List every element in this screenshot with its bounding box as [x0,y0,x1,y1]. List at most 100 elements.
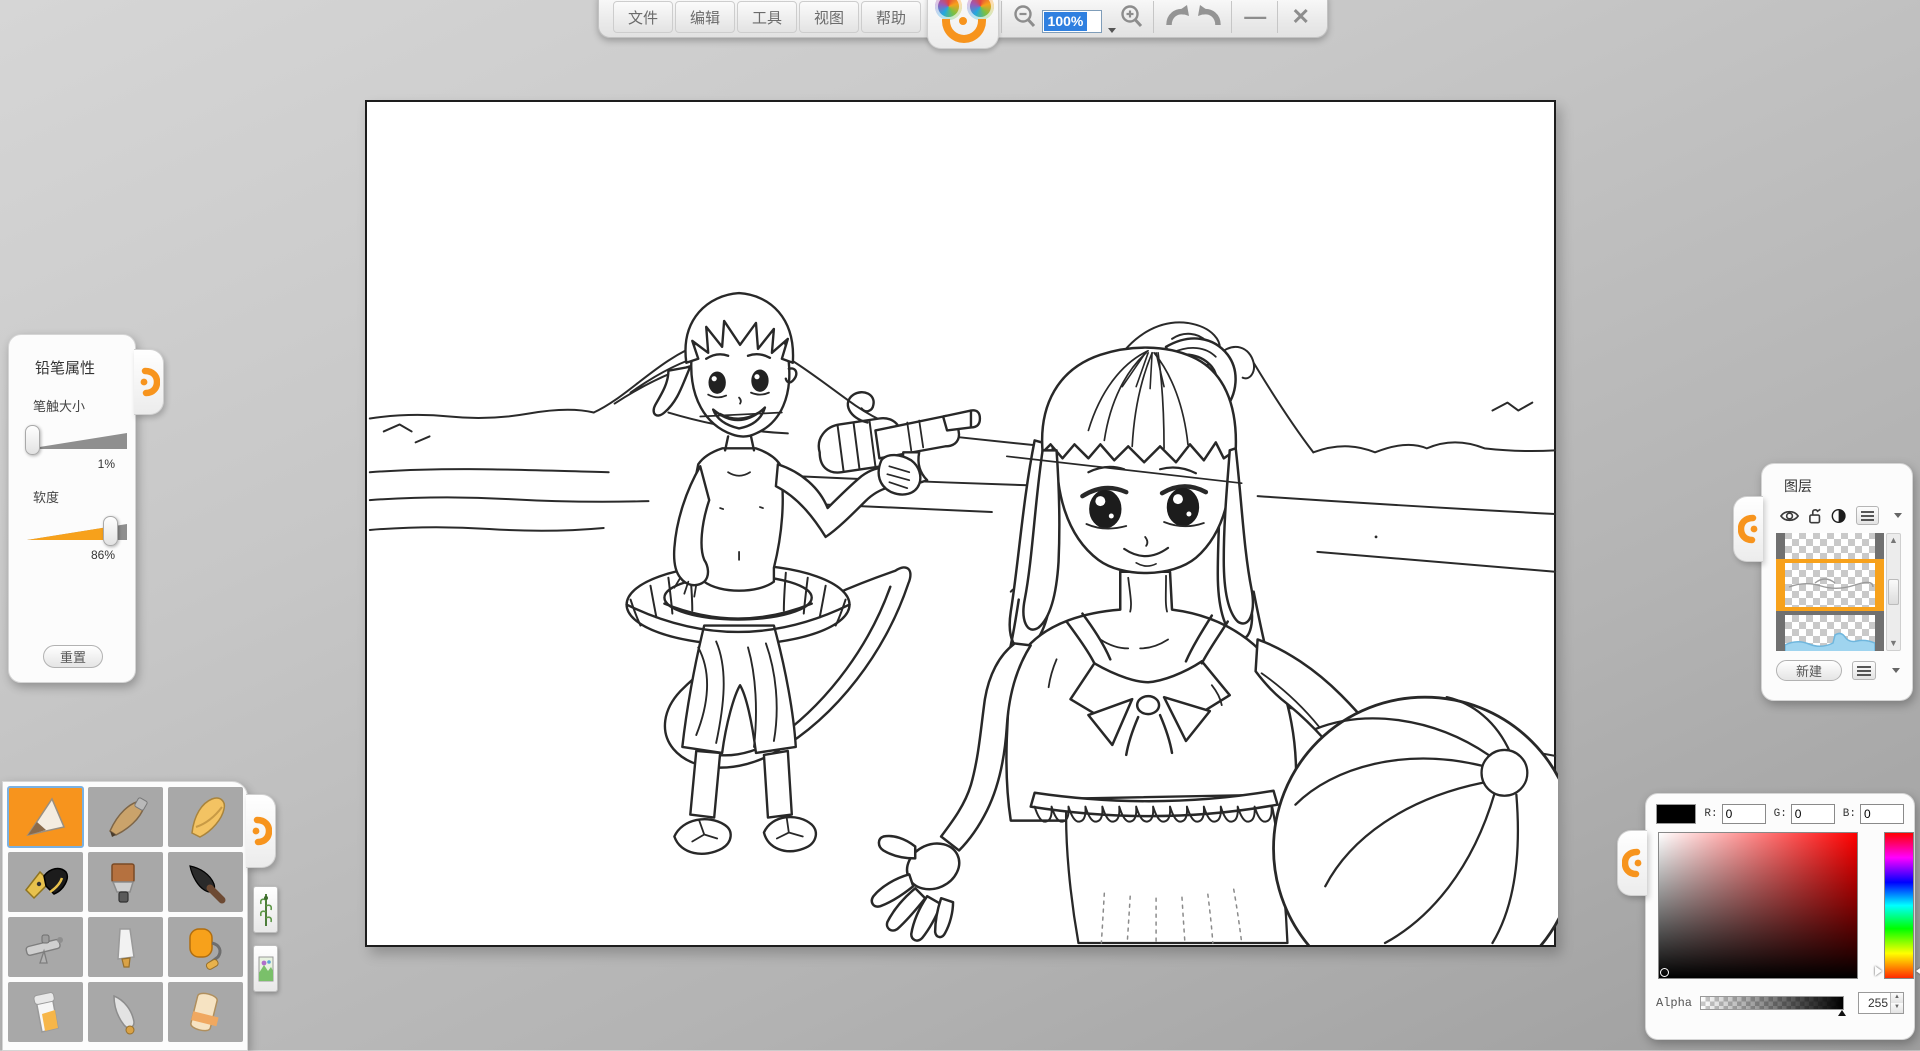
tool-pencil[interactable] [8,787,83,847]
tool-ink-brush[interactable] [168,852,243,912]
g-label: G: [1774,808,1787,820]
brush-size-slider[interactable] [25,421,123,455]
alpha-spinner[interactable]: 255 ▲ ▼ [1858,992,1904,1014]
zoom-level-field[interactable]: 100% [1042,10,1102,33]
reset-button[interactable]: 重置 [43,645,103,668]
menu-view[interactable]: 视图 [799,1,859,33]
layers-panel: 图层 [1761,463,1913,701]
main-toolbar: 文件 编辑 工具 视图 帮助 100% [598,0,1328,38]
texture-image-button[interactable] [253,945,278,992]
tool-palette-collapse-tab[interactable] [246,794,276,868]
tool-eraser[interactable] [168,982,243,1042]
pencil-properties-panel: 铅笔属性 笔触大小 1% 软度 86% 重置 [8,334,136,683]
scrollbar-thumb[interactable] [1888,579,1899,605]
scroll-down-icon[interactable]: ▼ [1889,639,1898,648]
pencil-panel-collapse-tab[interactable] [134,349,164,415]
softness-value: 86% [25,548,115,562]
r-label: R: [1704,808,1717,820]
layers-options-button[interactable] [1852,661,1876,680]
menu-help[interactable]: 帮助 [861,1,921,33]
tool-paint-roller[interactable] [168,917,243,977]
zoom-level-value: 100% [1044,12,1088,31]
hue-marker-right[interactable] [1916,966,1920,976]
fountain-pen-icon [20,858,72,906]
tool-flat-brush[interactable] [88,852,163,912]
plant-brush-button[interactable] [253,886,278,933]
saturation-value-picker[interactable] [1658,832,1858,979]
crayon-icon [180,793,232,841]
ink-brush-icon [180,858,232,906]
brush-size-handle[interactable] [25,425,40,455]
softness-label: 软度 [33,487,123,506]
alpha-marker[interactable] [1838,1010,1846,1016]
toolbar-separator [1001,1,1002,33]
drawing-canvas[interactable] [365,100,1556,947]
lock-open-icon[interactable] [1808,507,1822,524]
brush-size-label: 笔触大小 [33,396,123,415]
layer-row-top[interactable] [1776,533,1884,559]
toolbar-separator [1153,1,1154,33]
layers-options-caret[interactable] [1892,668,1900,673]
minimize-button[interactable]: — [1239,1,1272,33]
softness-handle[interactable] [103,516,118,546]
toolbar-separator [1231,1,1232,33]
pencil-icon [20,793,72,841]
alpha-spin-up-icon[interactable]: ▲ [1891,993,1903,1003]
new-layer-button[interactable]: 新建 [1776,660,1842,681]
layer-row-selected[interactable] [1776,559,1884,611]
color-panel-collapse-tab[interactable] [1617,830,1647,896]
hue-marker-left[interactable] [1875,966,1882,976]
orange-curl-icon [138,367,160,397]
alpha-slider[interactable] [1700,996,1845,1010]
layers-panel-title: 图层 [1784,476,1902,496]
app-mascot-logo[interactable] [927,0,992,33]
blend-contrast-icon[interactable] [1831,508,1846,524]
layer-list [1776,533,1884,651]
zoom-out-icon [1012,4,1038,30]
eraser-icon [180,988,232,1036]
tool-fountain-pen[interactable] [8,852,83,912]
layers-panel-collapse-tab[interactable] [1733,496,1763,562]
menu-edit[interactable]: 编辑 [675,1,735,33]
undo-button[interactable] [1161,1,1194,33]
zoom-out-button[interactable] [1009,1,1042,33]
visibility-eye-icon[interactable] [1780,509,1799,523]
color-picker-panel: R: G: B: Alpha 255 ▲ ▼ [1645,793,1915,1040]
plant-brush-icon [258,892,274,928]
hue-slider[interactable] [1884,832,1914,979]
tool-airbrush[interactable] [8,917,83,977]
tool-palette-knife[interactable] [88,917,163,977]
zoom-dropdown-caret[interactable] [1108,28,1116,33]
r-input[interactable] [1722,804,1766,824]
layer-row-bottom[interactable] [1776,611,1884,651]
tool-wood-pencil[interactable] [88,787,163,847]
softness-fill [27,524,113,540]
orange-curl-icon [250,816,272,846]
scroll-up-icon[interactable]: ▲ [1889,536,1898,545]
layer-menu-caret[interactable] [1894,513,1902,518]
zoom-in-button[interactable] [1116,1,1149,33]
layer-menu-button[interactable] [1856,506,1879,525]
alpha-spin-down-icon[interactable]: ▼ [1891,1003,1903,1013]
texture-image-icon [258,951,274,987]
softness-slider[interactable] [25,512,123,546]
tool-crayon[interactable] [168,787,243,847]
canvas-artwork [367,102,1558,945]
menu-tools[interactable]: 工具 [737,1,797,33]
layer-sketch-thumb [1785,563,1875,607]
menu-file[interactable]: 文件 [613,1,673,33]
orange-curl-icon [1622,848,1644,878]
close-button[interactable]: ✕ [1284,1,1317,33]
alpha-gradient [1701,997,1844,1009]
palette-knife-icon [100,923,152,971]
zoom-in-icon [1119,4,1145,30]
alpha-value: 255 [1859,996,1890,1010]
layer-scrollbar[interactable]: ▲ ▼ [1886,533,1901,651]
redo-icon [1195,4,1225,30]
paint-jar-icon [20,988,72,1036]
g-input[interactable] [1791,804,1835,824]
redo-button[interactable] [1194,1,1227,33]
tool-blade-knife[interactable] [88,982,163,1042]
b-input[interactable] [1860,804,1904,824]
tool-paint-jar[interactable] [8,982,83,1042]
